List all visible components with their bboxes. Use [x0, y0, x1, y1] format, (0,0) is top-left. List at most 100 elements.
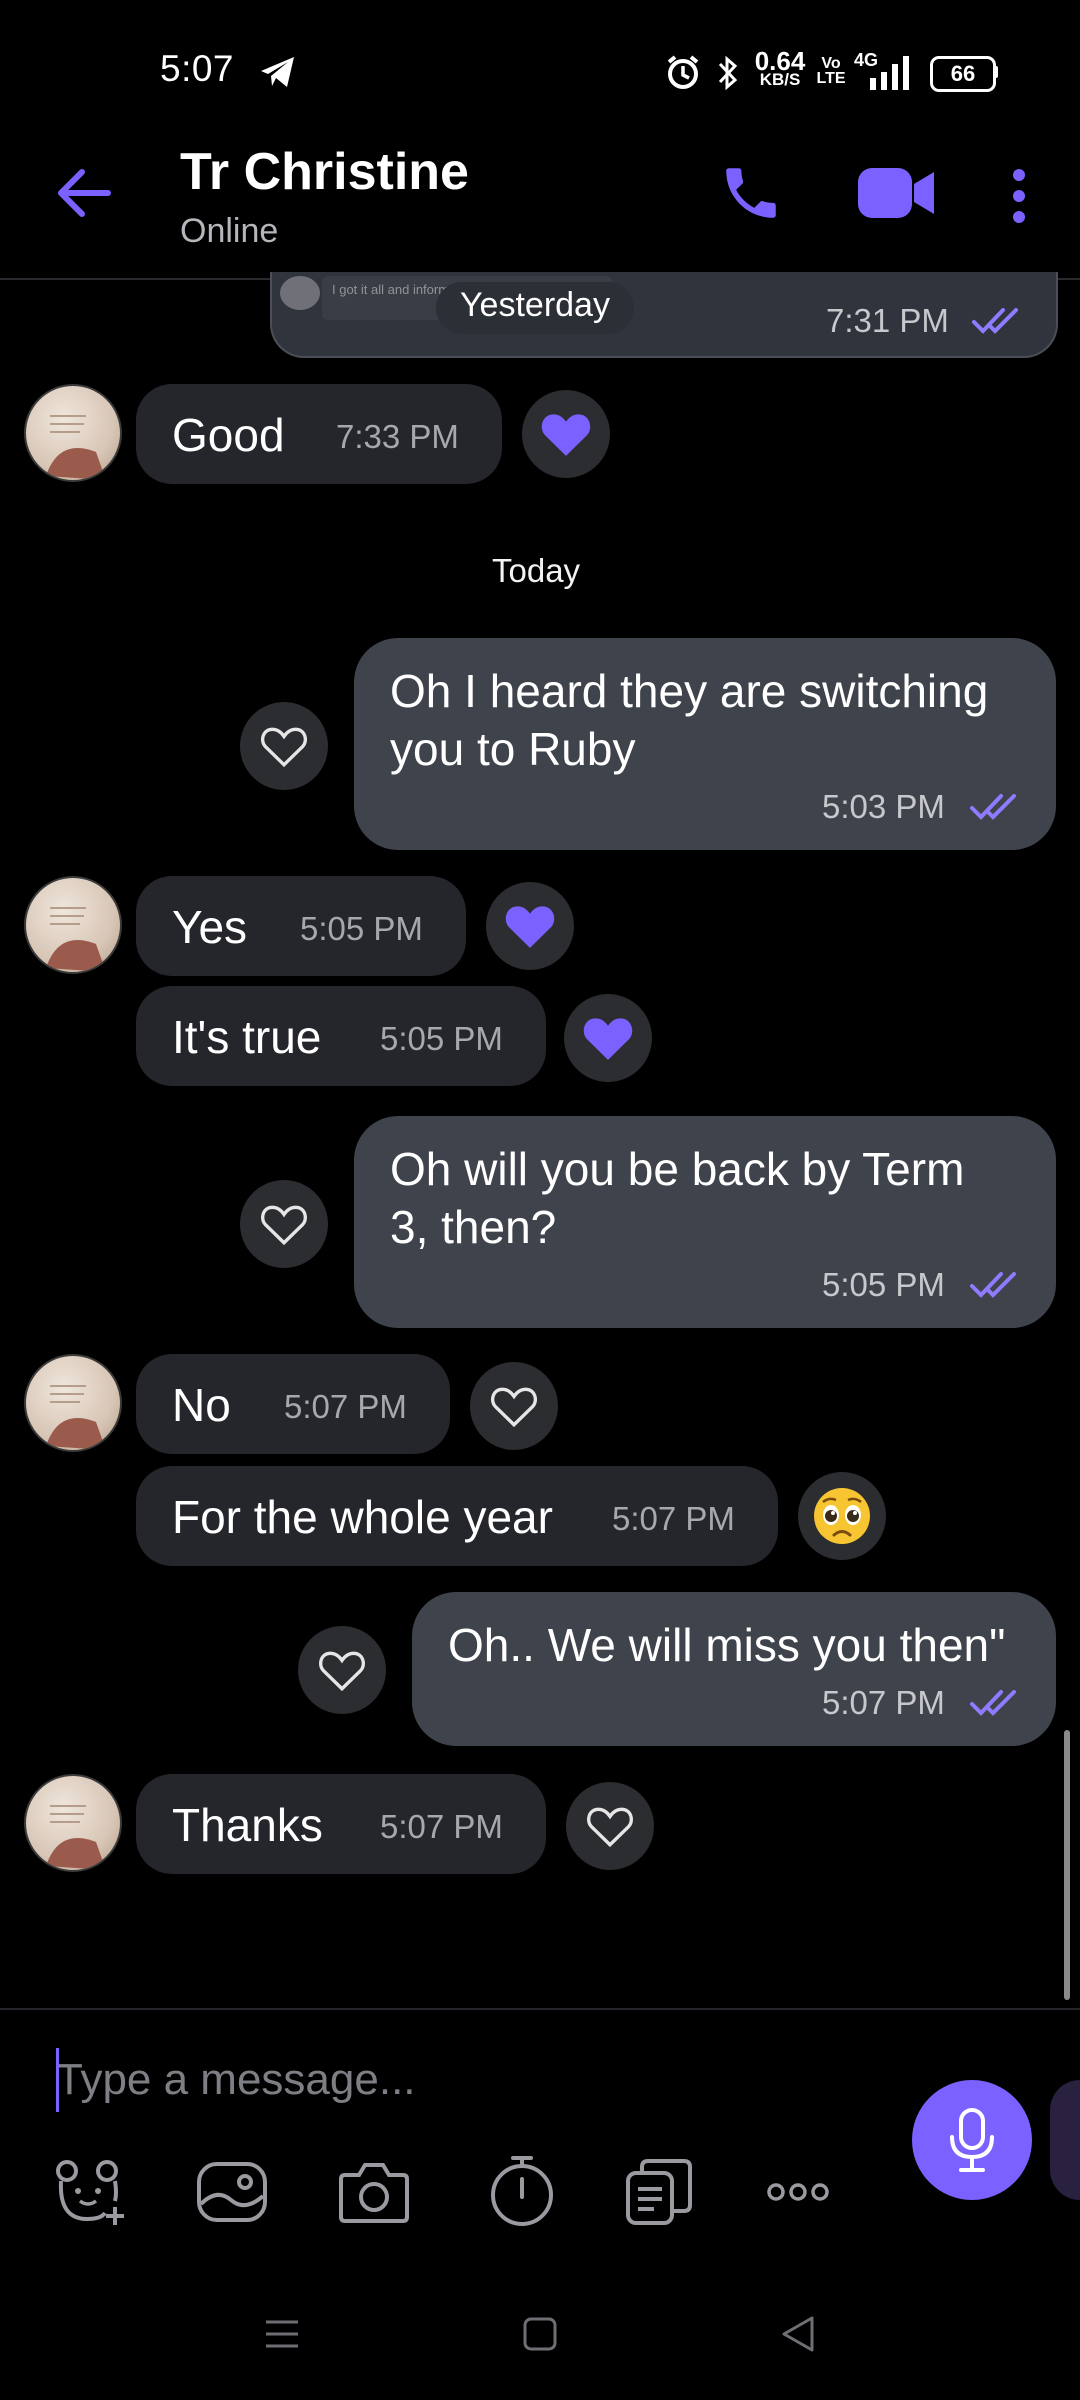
- message-bubble-incoming[interactable]: It's true 5:05 PM: [136, 986, 546, 1086]
- volte-indicator: Vo LTE: [816, 55, 846, 87]
- message-text-line2: 3, then?: [390, 1201, 557, 1253]
- double-check-icon: [970, 1272, 1016, 1298]
- message-text: No: [172, 1379, 231, 1431]
- message-input[interactable]: [56, 2048, 876, 2112]
- contact-avatar[interactable]: [24, 1354, 122, 1452]
- volte-top: Vo: [821, 55, 841, 72]
- phone-call-icon[interactable]: [718, 160, 784, 226]
- message-time: 5:05 PM: [300, 910, 423, 947]
- message-bubble-outgoing[interactable]: Oh.. We will miss you then" 5:07 PM: [412, 1592, 1056, 1746]
- menu-nav-icon[interactable]: [264, 2316, 300, 2352]
- side-panel-peek[interactable]: [1050, 2080, 1080, 2200]
- message-time: 5:03 PM: [822, 788, 945, 825]
- double-check-icon: [970, 1690, 1016, 1716]
- heart-filled-icon: [541, 414, 591, 456]
- microphone-icon: [950, 2108, 994, 2172]
- reaction-button[interactable]: [240, 702, 328, 790]
- reaction-liked[interactable]: [486, 882, 574, 970]
- gallery-button[interactable]: [192, 2152, 272, 2232]
- volte-bottom: LTE: [816, 70, 846, 87]
- message-text: It's true: [172, 1011, 322, 1063]
- pleading-face-icon: [814, 1488, 870, 1544]
- message-text: Yes: [172, 901, 248, 953]
- heart-filled-icon: [505, 906, 555, 948]
- message-bubble-incoming[interactable]: Thanks 5:07 PM: [136, 1774, 546, 1874]
- voice-message-button[interactable]: [912, 2080, 1032, 2200]
- message-time: 7:33 PM: [336, 418, 459, 455]
- double-check-icon: [970, 794, 1016, 820]
- signal-icon: [870, 56, 909, 90]
- reaction-pleading-face[interactable]: [798, 1472, 886, 1560]
- back-arrow-icon[interactable]: [54, 166, 114, 220]
- home-nav-icon[interactable]: [522, 2316, 558, 2352]
- heart-filled-icon: [583, 1018, 633, 1060]
- video-call-icon[interactable]: [856, 162, 938, 224]
- gallery-icon: [197, 2162, 267, 2222]
- gif-button[interactable]: [620, 2152, 700, 2232]
- message-text-line2: you to Ruby: [390, 723, 636, 775]
- message-time: 7:31 PM: [826, 302, 949, 339]
- chat-scrollbar[interactable]: [1064, 1730, 1070, 2000]
- double-check-icon: [972, 308, 1018, 334]
- message-time: 5:07 PM: [822, 1684, 945, 1721]
- reaction-button[interactable]: [298, 1626, 386, 1714]
- document-stack-icon: [626, 2159, 692, 2225]
- reaction-liked[interactable]: [522, 390, 610, 478]
- message-bubble-incoming[interactable]: Good 7:33 PM: [136, 384, 502, 484]
- message-time: 5:05 PM: [380, 1020, 503, 1057]
- battery-level: 66: [950, 61, 976, 86]
- message-text-line1: Oh I heard they are switching: [390, 665, 989, 717]
- bluetooth-icon: [718, 55, 738, 91]
- message-text: Good: [172, 409, 285, 461]
- reply-avatar-thumbnail: [280, 276, 320, 310]
- net-speed-value: 0.64: [754, 46, 806, 76]
- reaction-button[interactable]: [240, 1180, 328, 1268]
- input-divider: [0, 2008, 1080, 2010]
- date-separator-today: Today: [492, 552, 581, 589]
- status-time: 5:07: [160, 48, 235, 89]
- contact-avatar[interactable]: [24, 384, 122, 482]
- contact-avatar[interactable]: [24, 1774, 122, 1872]
- timer-icon: [491, 2156, 553, 2226]
- message-bubble-outgoing[interactable]: Oh I heard they are switching you to Rub…: [354, 638, 1056, 850]
- heart-outline-icon: [491, 1387, 537, 1428]
- message-bubble-incoming[interactable]: Yes 5:05 PM: [136, 876, 466, 976]
- battery-icon: 66: [930, 56, 996, 92]
- date-separator-yesterday: Yesterday: [436, 282, 634, 334]
- message-time: 5:07 PM: [612, 1500, 735, 1537]
- heart-outline-icon: [261, 1205, 307, 1246]
- back-nav-icon[interactable]: [778, 2314, 818, 2354]
- message-text: Oh.. We will miss you then": [448, 1619, 1006, 1671]
- ellipsis-icon: [767, 2183, 829, 2201]
- message-text: Thanks: [172, 1799, 323, 1851]
- message-time: 5:07 PM: [380, 1808, 503, 1845]
- more-tools-button[interactable]: [758, 2152, 838, 2232]
- camera-icon: [339, 2163, 409, 2223]
- sticker-bear-icon: [56, 2160, 124, 2225]
- message-bubble-incoming[interactable]: No 5:07 PM: [136, 1354, 450, 1454]
- message-bubble-incoming[interactable]: For the whole year 5:07 PM: [136, 1466, 778, 1566]
- camera-button[interactable]: [334, 2152, 414, 2232]
- sticker-button[interactable]: [50, 2152, 130, 2232]
- reaction-button[interactable]: [566, 1782, 654, 1870]
- battery-tip: [994, 66, 998, 78]
- message-text: For the whole year: [172, 1491, 553, 1543]
- contact-avatar[interactable]: [24, 876, 122, 974]
- contact-name[interactable]: Tr Christine: [180, 142, 469, 202]
- reaction-liked[interactable]: [564, 994, 652, 1082]
- message-time: 5:07 PM: [284, 1388, 407, 1425]
- net-speed: 0.64 KB/S: [750, 46, 810, 88]
- timer-button[interactable]: [482, 2150, 562, 2230]
- heart-outline-icon: [261, 727, 307, 768]
- heart-outline-icon: [587, 1807, 633, 1848]
- heart-outline-icon: [319, 1651, 365, 1692]
- reaction-button[interactable]: [470, 1362, 558, 1450]
- message-text-line1: Oh will you be back by Term: [390, 1143, 965, 1195]
- contact-status: Online: [180, 212, 279, 250]
- telegram-icon: [261, 57, 294, 87]
- text-caret: [56, 2048, 59, 2112]
- alarm-icon: [667, 55, 699, 89]
- message-time: 5:05 PM: [822, 1266, 945, 1303]
- message-bubble-outgoing[interactable]: Oh will you be back by Term 3, then? 5:0…: [354, 1116, 1056, 1328]
- more-options-icon[interactable]: [1006, 166, 1032, 226]
